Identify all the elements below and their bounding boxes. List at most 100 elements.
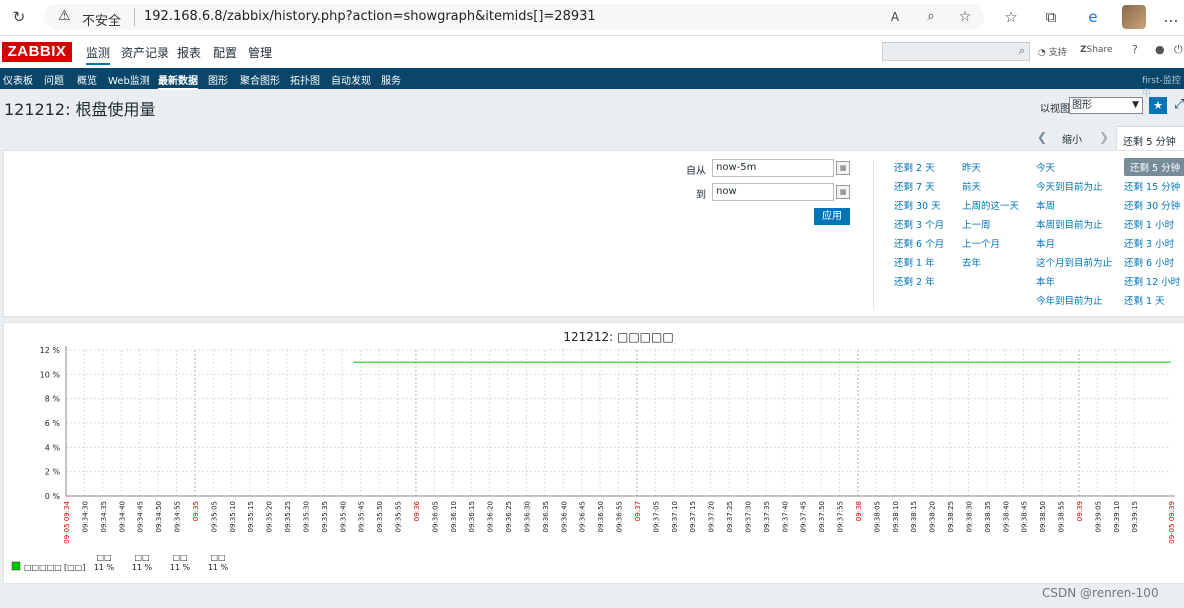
search-input[interactable]: ⌕ <box>882 42 1030 61</box>
x-tick-label: 09:35:15 <box>247 501 255 532</box>
quick-range-link[interactable]: 前天 <box>962 179 981 193</box>
favorites-icon[interactable]: ☆ <box>1000 7 1022 27</box>
help-link[interactable]: ? <box>1132 43 1138 56</box>
quick-range-link[interactable]: 还剩 2 天 <box>894 160 935 174</box>
quick-range-link[interactable]: 还剩 3 小时 <box>1124 236 1174 250</box>
quick-range-link[interactable]: 还剩 6 小时 <box>1124 255 1174 269</box>
subnav-graphs[interactable]: 图形 <box>208 72 228 87</box>
x-tick-label: 09:36:05 <box>431 501 439 532</box>
quick-range-link[interactable]: 上周的这一天 <box>962 198 1019 212</box>
quick-range-link[interactable]: 今天到目前为止 <box>1036 179 1103 193</box>
time-period-tab[interactable]: 还剩 5 分钟 <box>1116 126 1184 151</box>
watermark: CSDN @renren-100 <box>1042 586 1159 600</box>
x-tick-label: 09:38:30 <box>965 501 973 532</box>
quick-range-link[interactable]: 还剩 12 小时 <box>1124 274 1180 288</box>
zabbix-logo[interactable]: ZABBIX <box>2 42 72 62</box>
quick-range-link[interactable]: 还剩 3 个月 <box>894 217 944 231</box>
quick-range-link[interactable]: 上一周 <box>962 217 991 231</box>
quick-range-link[interactable]: 还剩 2 年 <box>894 274 935 288</box>
x-tick-label: 09:38:10 <box>892 501 900 532</box>
time-back-icon[interactable]: ❮ <box>1037 130 1047 144</box>
address-separator <box>134 8 135 26</box>
quick-range-link[interactable]: 还剩 30 分钟 <box>1124 198 1180 212</box>
apply-button[interactable]: 应用 <box>814 208 850 225</box>
quick-range-link[interactable]: 今天 <box>1036 160 1055 174</box>
favorite-add-icon[interactable]: ☆ <box>954 7 976 27</box>
x-tick-label: 09:35:50 <box>376 501 384 532</box>
graph-title: 121212: □□□□□ <box>563 330 673 344</box>
search-icon[interactable]: ⌕ <box>1019 44 1025 58</box>
to-input[interactable]: now <box>712 183 834 201</box>
more-icon[interactable]: … <box>1160 7 1182 27</box>
x-tick-label: 09:36:15 <box>468 501 476 532</box>
y-tick-label: 12 % <box>40 346 61 355</box>
view-as-select[interactable]: 图形 ▼ <box>1069 97 1143 114</box>
x-tick-label: 09:38:35 <box>984 501 992 532</box>
quick-range-link[interactable]: 还剩 15 分钟 <box>1124 179 1180 193</box>
browser-toolbar: ↻ ⚠ 不安全 192.168.6.8/zabbix/history.php?a… <box>0 0 1184 36</box>
subnav-web[interactable]: Web监测 <box>108 72 150 87</box>
calendar-icon[interactable]: ▦ <box>836 161 850 175</box>
subnav-services[interactable]: 服务 <box>381 72 401 87</box>
menu-configuration[interactable]: 配置 <box>213 44 237 61</box>
subnav-screens[interactable]: 聚合图形 <box>240 72 280 87</box>
subnav-latest-data[interactable]: 最新数据 <box>158 72 198 90</box>
edge-icon[interactable]: e <box>1082 7 1104 27</box>
x-tick-label: 09:34:55 <box>174 501 182 532</box>
zoom-out-button[interactable]: 缩小 <box>1062 131 1082 146</box>
quick-range-link[interactable]: 本年 <box>1036 274 1055 288</box>
quick-range-link[interactable]: 本月 <box>1036 236 1055 250</box>
subnav-dashboard[interactable]: 仪表板 <box>3 72 33 87</box>
sign-out-icon[interactable]: ⏻ <box>1174 43 1183 57</box>
add-favorite-button[interactable]: ★ <box>1149 97 1167 114</box>
y-tick-label: 0 % <box>45 492 61 501</box>
quick-range-link[interactable]: 还剩 7 天 <box>894 179 935 193</box>
quick-range-link[interactable]: 去年 <box>962 255 981 269</box>
x-tick-label: 09:37:50 <box>818 501 826 532</box>
x-tick-label: 09:35:55 <box>395 501 403 532</box>
menu-administration[interactable]: 管理 <box>248 44 272 61</box>
quick-range-link[interactable]: 上一个月 <box>962 236 1000 250</box>
legend-column-header: □□ <box>96 553 111 562</box>
quick-range-link[interactable]: 还剩 6 个月 <box>894 236 944 250</box>
x-tick-label: 09:35:35 <box>321 501 329 532</box>
zoom-icon[interactable]: ⌕ <box>920 7 942 27</box>
quick-range-link[interactable]: 还剩 1 天 <box>1124 293 1165 307</box>
quick-range-link[interactable]: 昨天 <box>962 160 981 174</box>
quick-range-link[interactable]: 本周 <box>1036 198 1055 212</box>
quick-range-link[interactable]: 本周到目前为止 <box>1036 217 1103 231</box>
menu-monitoring[interactable]: 监测 <box>86 44 111 65</box>
share-link[interactable]: ZShare <box>1080 45 1113 55</box>
calendar-icon[interactable]: ▦ <box>836 185 850 199</box>
x-tick-label: 09:36:50 <box>597 501 605 532</box>
menu-reports[interactable]: 报表 <box>177 44 201 61</box>
collections-icon[interactable]: ⧉ <box>1040 7 1062 27</box>
quick-range-link[interactable]: 还剩 30 天 <box>894 198 941 212</box>
time-forward-icon[interactable]: ❯ <box>1099 130 1109 144</box>
x-tick-label: 09:35:20 <box>266 501 274 532</box>
subnav-maps[interactable]: 拓扑图 <box>290 72 320 87</box>
menu-inventory[interactable]: 资产记录 <box>121 44 169 61</box>
user-icon[interactable]: ● <box>1155 43 1165 56</box>
subnav-problems[interactable]: 问题 <box>44 72 64 87</box>
quick-range-link[interactable]: 还剩 1 年 <box>894 255 935 269</box>
x-edge-label: 09-05 09:34 <box>63 500 71 543</box>
quick-range-link[interactable]: 还剩 1 小时 <box>1124 217 1174 231</box>
read-aloud-icon[interactable]: A <box>884 7 906 27</box>
subnav-overview[interactable]: 概览 <box>77 72 97 87</box>
url-text[interactable]: 192.168.6.8/zabbix/history.php?action=sh… <box>144 9 596 24</box>
address-bar[interactable]: ⚠ 不安全 192.168.6.8/zabbix/history.php?act… <box>44 4 984 30</box>
quick-range-link[interactable]: 今年到目前为止 <box>1036 293 1103 307</box>
from-input[interactable]: now-5m <box>712 159 834 177</box>
graph-panel: 121212: □□□□□ 12 % 10 % 8 % 6 % 4 % 2 % 0 % 09:3… <box>3 322 1184 584</box>
legend-column-value: 11 % <box>132 563 153 572</box>
reload-icon[interactable]: ↻ <box>8 7 30 27</box>
quick-range-link[interactable]: 还剩 5 分钟 <box>1124 158 1184 176</box>
quick-range-link[interactable]: 这个月到目前为止 <box>1036 255 1112 269</box>
fullscreen-icon[interactable]: ⤢ <box>1174 97 1184 112</box>
support-link[interactable]: ◔ 支持 <box>1038 45 1067 58</box>
zabbix-header: ZABBIX 监测 资产记录 报表 配置 管理 ⌕ ◔ 支持 ZShare ? … <box>0 36 1184 68</box>
subnav-discovery[interactable]: 自动发现 <box>331 72 371 87</box>
profile-avatar[interactable] <box>1122 5 1146 29</box>
legend-column-value: 11 % <box>208 563 229 572</box>
